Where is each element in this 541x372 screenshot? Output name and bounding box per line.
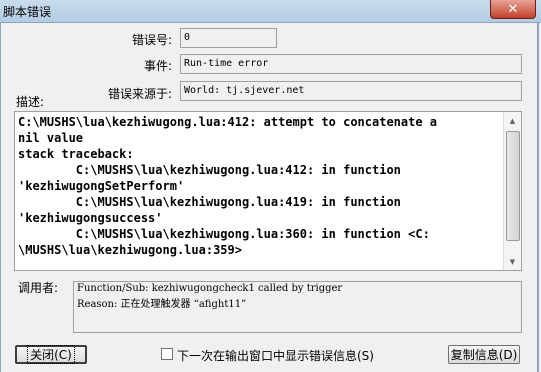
description-textbox[interactable]: C:\MUSHS\lua\kezhiwugong.lua:412: attemp… xyxy=(14,111,522,271)
title-bar: 脚本错误 ✕ xyxy=(0,0,541,23)
close-icon: ✕ xyxy=(507,1,519,17)
error-source-field: World: tj.sjever.net xyxy=(180,81,522,101)
error-number-field: 0 xyxy=(180,28,277,48)
show-in-output-label[interactable]: 下一次在输出窗口中显示错误信息(S) xyxy=(177,347,374,364)
caller-label: 调用者: xyxy=(18,281,59,295)
description-scrollbar[interactable]: ▲ ▼ xyxy=(503,112,521,270)
close-button[interactable]: 关闭(C) xyxy=(15,345,87,364)
error-source-label: 错误来源于: xyxy=(107,87,172,101)
caller-function-line: Function/Sub: kezhiwugongcheck1 called b… xyxy=(77,283,343,294)
caller-textbox[interactable]: Function/Sub: kezhiwugongcheck1 called b… xyxy=(73,281,522,333)
window-close-button[interactable]: ✕ xyxy=(490,0,536,19)
caller-reason-line: Reason: 正在处理触发器 “afight11” xyxy=(77,299,247,310)
description-text: C:\MUSHS\lua\kezhiwugong.lua:412: attemp… xyxy=(18,115,438,257)
close-button-label: 关闭(C) xyxy=(27,345,75,364)
event-field: Run-time error xyxy=(180,54,522,74)
window-title: 脚本错误 xyxy=(3,5,52,19)
copy-info-button[interactable]: 复制信息(D) xyxy=(448,345,520,364)
event-label: 事件: xyxy=(143,59,172,73)
description-label: 描述: xyxy=(16,95,45,109)
scroll-up-icon[interactable]: ▲ xyxy=(504,112,521,129)
copy-info-button-label: 复制信息(D) xyxy=(450,348,518,362)
scroll-down-icon[interactable]: ▼ xyxy=(504,253,521,270)
show-in-output-checkbox[interactable] xyxy=(161,348,173,360)
error-number-label: 错误号: xyxy=(131,33,172,47)
scrollbar-thumb[interactable] xyxy=(506,131,520,241)
